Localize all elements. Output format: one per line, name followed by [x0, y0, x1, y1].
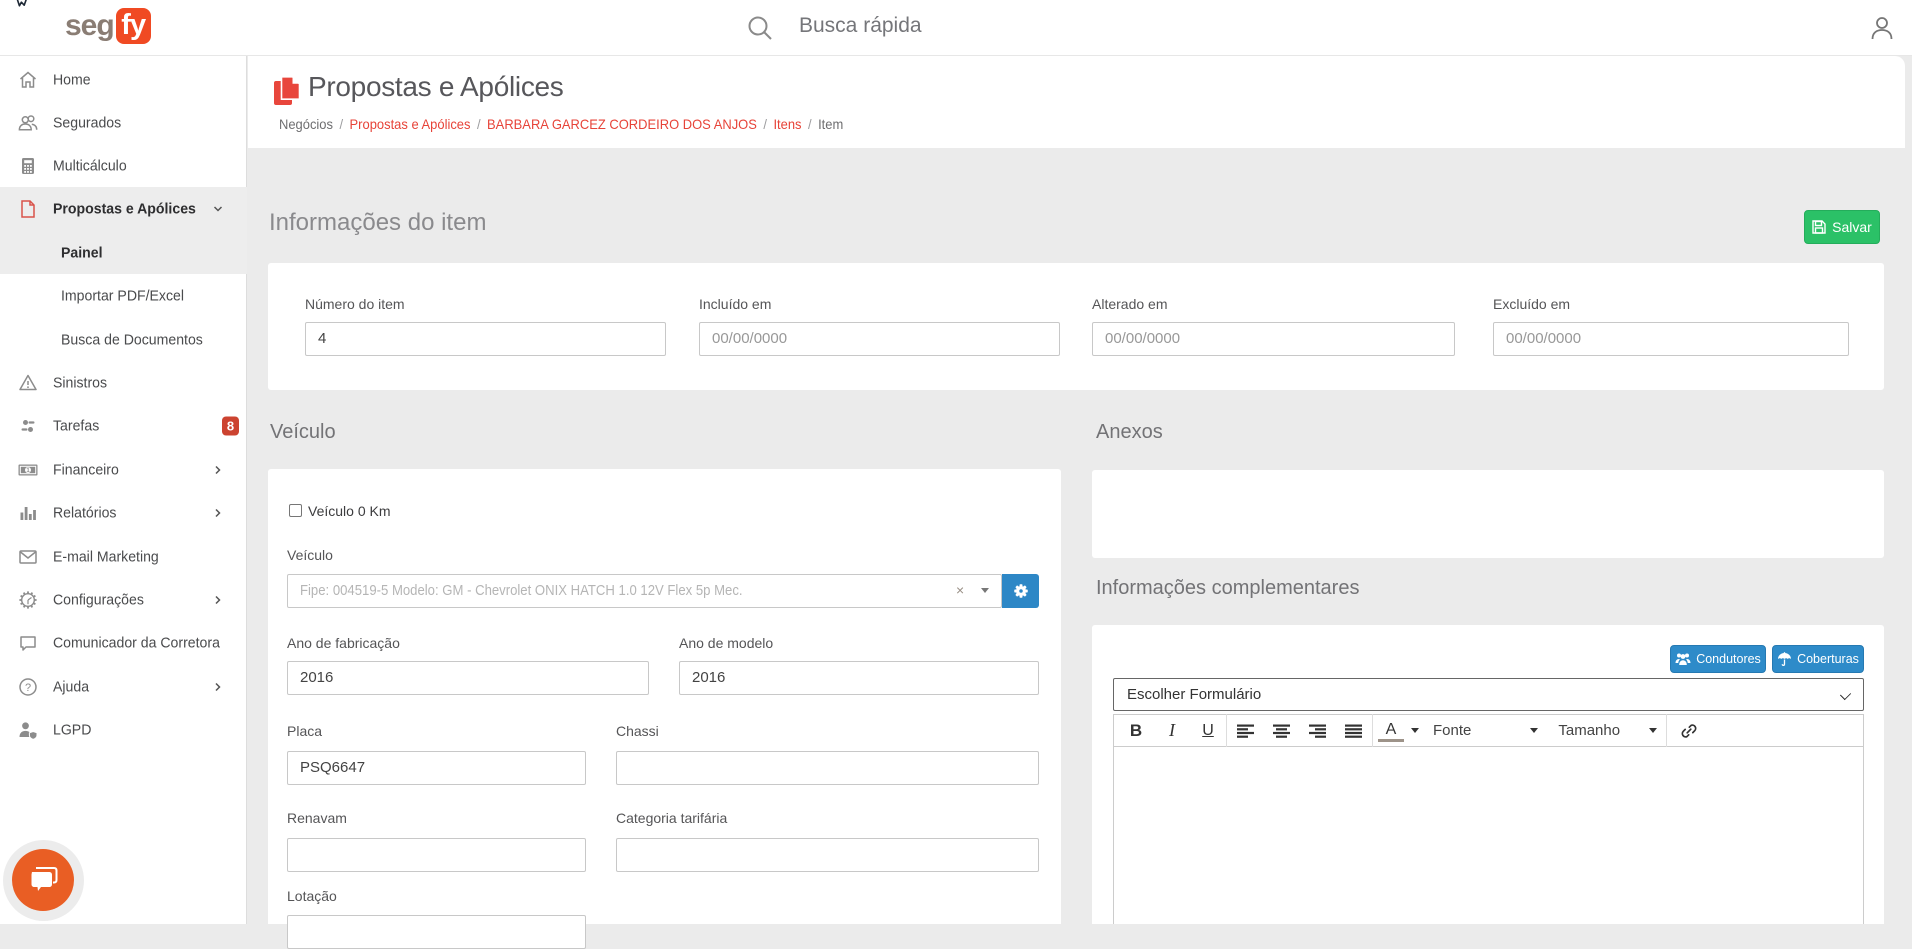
svg-text:?: ? — [25, 682, 31, 694]
